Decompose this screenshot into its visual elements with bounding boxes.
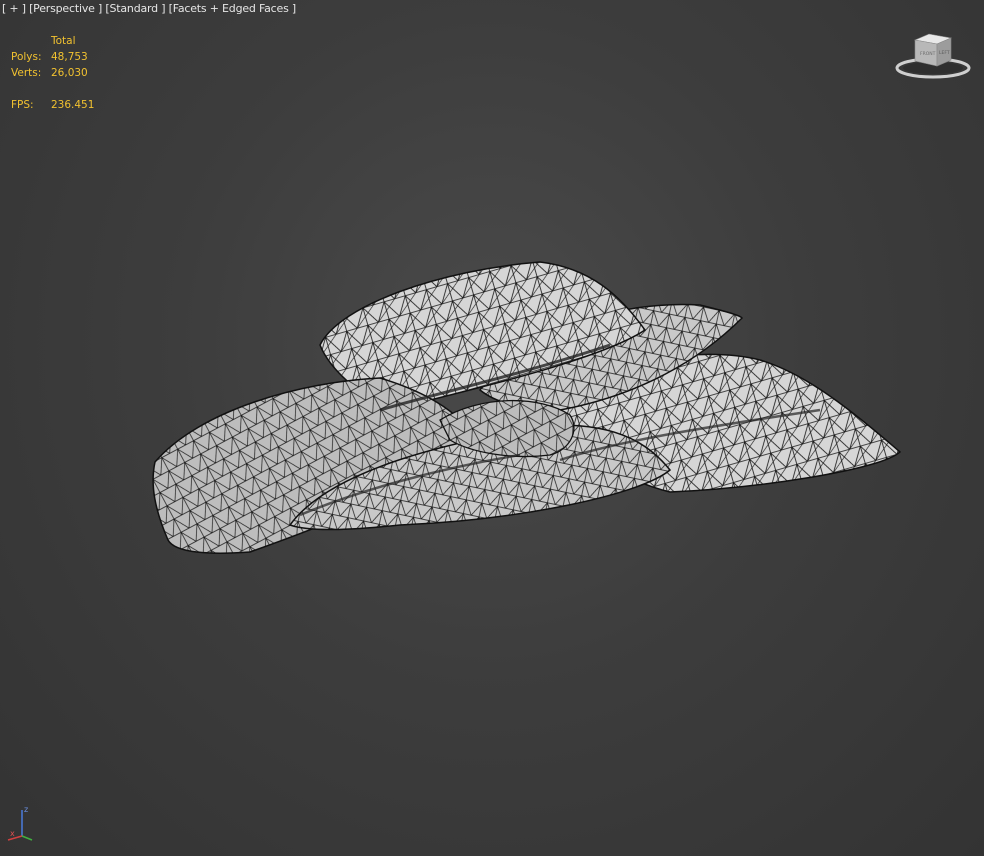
pillow-mesh-model[interactable]	[0, 0, 984, 856]
z-axis-label: z	[24, 805, 28, 814]
axis-tripod-icon: z x	[7, 805, 33, 841]
y-axis-line	[21, 835, 33, 841]
3d-viewport[interactable]: [ + ] [Perspective ] [Standard ] [Facets…	[0, 0, 984, 856]
x-axis-label: x	[10, 829, 15, 838]
